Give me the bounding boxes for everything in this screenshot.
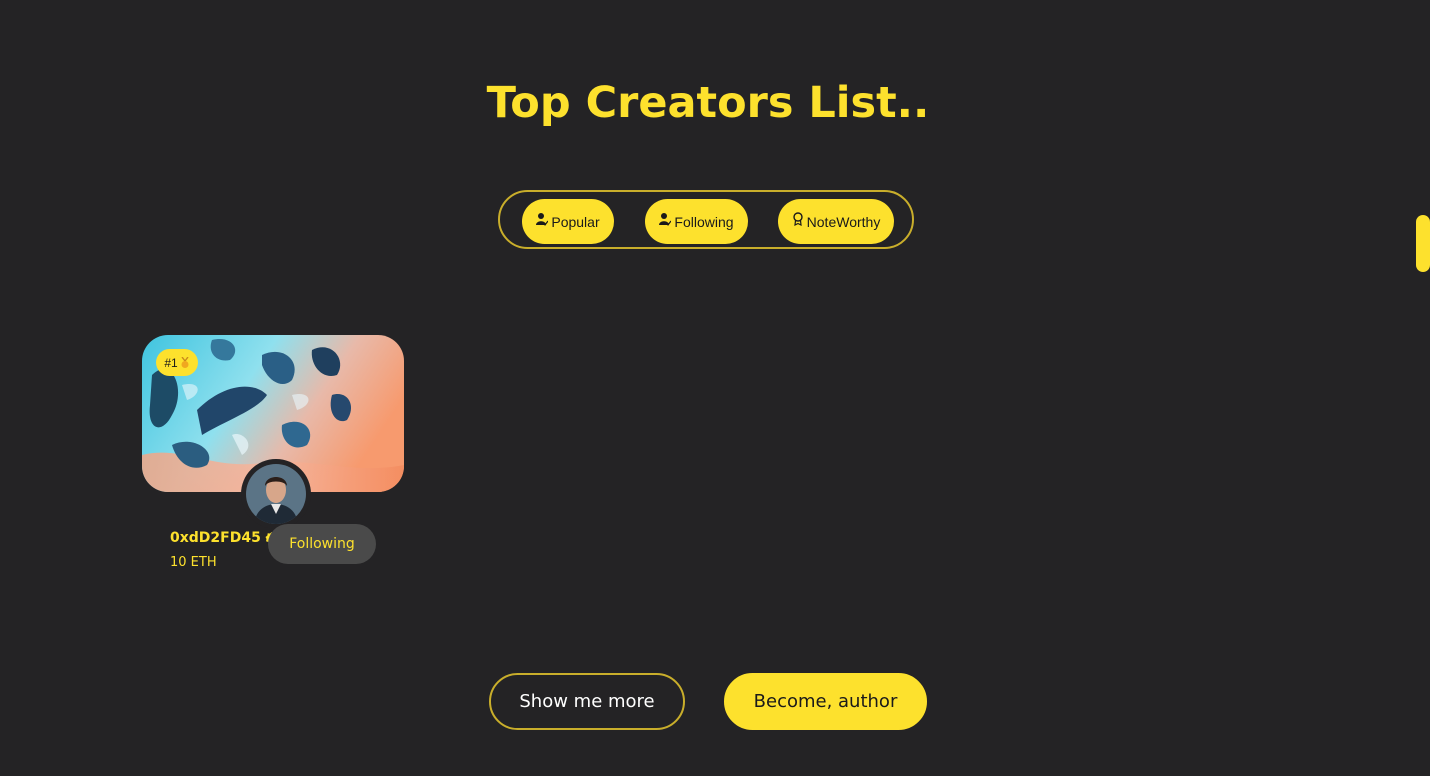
section-title: Top Creators List.. bbox=[486, 78, 930, 128]
scrollbar-thumb[interactable] bbox=[1416, 215, 1430, 272]
creator-name: 0xdD2FD45 bbox=[170, 530, 261, 546]
filter-label: Popular bbox=[551, 213, 600, 230]
rank-badge: #1 bbox=[156, 349, 198, 376]
filter-tab-bar: Popular Following NoteWorthy bbox=[498, 190, 914, 249]
filter-noteworthy-button[interactable]: NoteWorthy bbox=[778, 199, 894, 244]
filter-label: NoteWorthy bbox=[806, 213, 881, 230]
become-author-button[interactable]: Become, author bbox=[724, 673, 927, 730]
user-check-icon bbox=[659, 212, 672, 226]
creator-name-row[interactable]: 0xdD2FD45 bbox=[170, 530, 278, 546]
creator-eth-balance: 10 ETH bbox=[170, 555, 217, 570]
filter-following-button[interactable]: Following bbox=[645, 199, 748, 244]
avatar bbox=[246, 464, 306, 524]
top-creators-section: Top Creators List.. Popular Following No… bbox=[0, 0, 1430, 776]
user-check-icon bbox=[536, 212, 549, 226]
avatar-image bbox=[246, 464, 306, 524]
creator-avatar[interactable] bbox=[241, 459, 311, 529]
filter-popular-button[interactable]: Popular bbox=[522, 199, 614, 244]
follow-toggle-button[interactable]: Following bbox=[268, 524, 376, 564]
rank-text: #1 bbox=[164, 355, 178, 370]
medal-icon bbox=[181, 356, 189, 368]
filter-label: Following bbox=[674, 213, 734, 230]
award-icon bbox=[792, 211, 803, 226]
show-more-button[interactable]: Show me more bbox=[489, 673, 685, 730]
